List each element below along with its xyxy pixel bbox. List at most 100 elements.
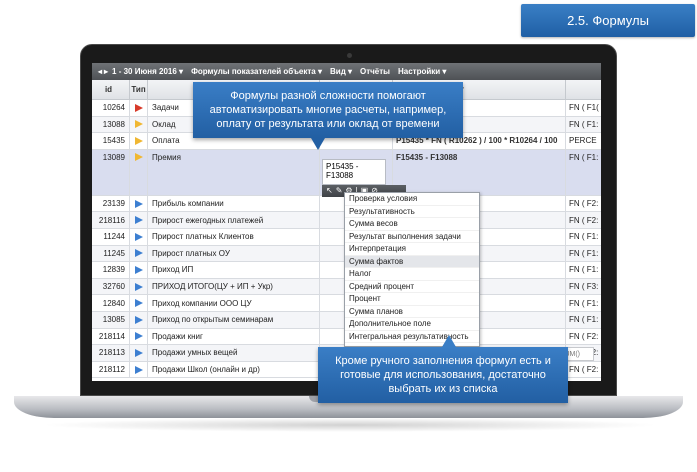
row-type[interactable] bbox=[130, 328, 148, 345]
row-f[interactable]: FN ( F1: bbox=[566, 312, 601, 328]
row-name[interactable]: ПРИХОД ИТОГО(ЦУ + ИП + Укр) bbox=[148, 278, 320, 295]
row-type[interactable] bbox=[130, 361, 148, 378]
row-type[interactable] bbox=[130, 116, 148, 133]
flag-icon bbox=[134, 249, 143, 258]
pencil-icon[interactable]: ✎ bbox=[336, 187, 343, 195]
dropdown-item[interactable]: Дополнительное поле bbox=[345, 318, 479, 331]
col-extra[interactable] bbox=[566, 80, 601, 99]
period-dropdown[interactable]: 1 - 30 Июня 2016 ▾ bbox=[112, 67, 183, 76]
formula-editor[interactable]: P15435 - F13088 bbox=[322, 159, 386, 185]
row-type[interactable] bbox=[130, 295, 148, 311]
row-id[interactable]: 218113 bbox=[92, 345, 130, 361]
row-type[interactable] bbox=[130, 228, 148, 245]
camera-icon bbox=[347, 53, 352, 58]
col-id[interactable]: id bbox=[92, 80, 130, 99]
row-name[interactable]: Прирост платных ОУ bbox=[148, 245, 320, 262]
row-type[interactable] bbox=[130, 262, 148, 278]
dropdown-item[interactable]: Сумма фактов bbox=[345, 255, 479, 268]
flag-icon bbox=[134, 282, 143, 291]
pick-icon[interactable]: ↖ bbox=[326, 187, 333, 195]
flag-icon bbox=[134, 136, 143, 145]
row-type[interactable] bbox=[130, 345, 148, 361]
row-type[interactable] bbox=[130, 278, 148, 295]
row-f[interactable]: FN ( F1: bbox=[566, 117, 601, 133]
row-f[interactable]: FN ( F2: bbox=[566, 196, 601, 212]
row-f[interactable]: FN ( F2: bbox=[566, 329, 601, 345]
row-id[interactable]: 218114 bbox=[92, 328, 130, 345]
laptop-shadow bbox=[40, 418, 660, 432]
row-id[interactable]: 13085 bbox=[92, 311, 130, 328]
row-name[interactable]: Премия bbox=[148, 149, 320, 195]
dropdown-item[interactable]: Налог bbox=[345, 268, 479, 281]
row-name[interactable]: Прирост платных Клиентов bbox=[148, 228, 320, 245]
row-type[interactable] bbox=[130, 100, 148, 116]
row-name[interactable]: Прибыль компании bbox=[148, 195, 320, 212]
row-formula[interactable]: F15435 - F13088 bbox=[393, 149, 566, 195]
flag-icon bbox=[134, 216, 143, 225]
row-name[interactable]: Прирост ежегодных платежей bbox=[148, 212, 320, 228]
row-id[interactable]: 11244 bbox=[92, 228, 130, 245]
settings-menu[interactable]: Настройки ▾ bbox=[398, 67, 446, 76]
flag-icon bbox=[134, 332, 143, 341]
row-id[interactable]: 12839 bbox=[92, 262, 130, 278]
reports-menu[interactable]: Отчёты bbox=[360, 67, 390, 76]
dropdown-item[interactable]: Сумма планов bbox=[345, 306, 479, 318]
row-f[interactable]: FN ( F3: bbox=[566, 279, 601, 295]
row-id[interactable]: 12840 bbox=[92, 295, 130, 311]
dropdown-item[interactable]: Интерпретация bbox=[345, 243, 479, 256]
editor-line: F13088 bbox=[326, 171, 354, 180]
row-f[interactable]: FN ( F1( bbox=[566, 100, 601, 116]
editor-line: P15435 - bbox=[326, 162, 359, 171]
flag-icon bbox=[134, 199, 143, 208]
row-id[interactable]: 32760 bbox=[92, 278, 130, 295]
next-arrow-icon[interactable]: ▸ bbox=[104, 67, 108, 76]
dropdown-item[interactable]: Результат выполнения задачи bbox=[345, 231, 479, 243]
row-id[interactable]: 10264 bbox=[92, 100, 130, 116]
dropdown-item[interactable]: Процент bbox=[345, 293, 479, 306]
row-id[interactable]: 218112 bbox=[92, 361, 130, 378]
dropdown-item[interactable]: Результативность bbox=[345, 206, 479, 218]
dropdown-item[interactable]: Средний процент bbox=[345, 281, 479, 293]
row-f[interactable]: FN ( F1: bbox=[566, 150, 601, 195]
row-type[interactable] bbox=[130, 311, 148, 328]
row-id[interactable]: 218116 bbox=[92, 212, 130, 228]
row-id[interactable]: 11245 bbox=[92, 245, 130, 262]
row-type[interactable] bbox=[130, 133, 148, 149]
row-f[interactable]: PERCE bbox=[566, 133, 601, 149]
flag-icon bbox=[134, 103, 143, 112]
tooltip-top: Формулы разной сложности помогают автома… bbox=[193, 82, 463, 150]
flag-icon bbox=[134, 315, 143, 324]
dropdown-item[interactable]: Сумма весов bbox=[345, 218, 479, 231]
flag-icon bbox=[134, 348, 143, 357]
row-id[interactable]: 13089 bbox=[92, 149, 130, 195]
row-id[interactable]: 15435 bbox=[92, 133, 130, 149]
dropdown-item[interactable]: Проверка условия bbox=[345, 193, 479, 206]
row-name[interactable]: Приход компании ООО ЦУ bbox=[148, 295, 320, 311]
row-type[interactable] bbox=[130, 212, 148, 228]
row-type[interactable] bbox=[130, 195, 148, 212]
flag-icon bbox=[134, 232, 143, 241]
prev-arrow-icon[interactable]: ◂ bbox=[98, 67, 102, 76]
row-name[interactable]: Продажи книг bbox=[148, 328, 320, 345]
row-f[interactable]: FN ( F1: bbox=[566, 295, 601, 311]
row-id[interactable]: 13088 bbox=[92, 116, 130, 133]
row-name[interactable]: Приход ИП bbox=[148, 262, 320, 278]
row-name[interactable]: Приход по открытым семинарам bbox=[148, 311, 320, 328]
row-f[interactable]: FN ( F1: bbox=[566, 229, 601, 245]
flag-icon bbox=[134, 152, 143, 161]
row-name[interactable]: Продажи Школ (онлайн и др) bbox=[148, 361, 320, 378]
row-type[interactable] bbox=[130, 245, 148, 262]
row-f[interactable]: FN ( F1: bbox=[566, 262, 601, 278]
view-menu[interactable]: Вид ▾ bbox=[330, 67, 352, 76]
row-f[interactable]: FN ( F1: bbox=[566, 246, 601, 262]
row-f[interactable]: FN ( F2: bbox=[566, 212, 601, 228]
formulas-menu[interactable]: Формулы показателей объекта ▾ bbox=[191, 67, 322, 76]
row-type[interactable] bbox=[130, 149, 148, 195]
dropdown-item[interactable]: Интегральная результативность bbox=[345, 331, 479, 343]
row-id[interactable]: 23139 bbox=[92, 195, 130, 212]
section-badge: 2.5. Формулы bbox=[521, 4, 695, 37]
row-name[interactable]: Продажи умных вещей bbox=[148, 345, 320, 361]
col-type[interactable]: Тип bbox=[130, 80, 148, 99]
toolbar: ◂ ▸ 1 - 30 Июня 2016 ▾ Формулы показател… bbox=[92, 63, 601, 80]
row-f[interactable]: FN ( F2: bbox=[566, 362, 601, 378]
